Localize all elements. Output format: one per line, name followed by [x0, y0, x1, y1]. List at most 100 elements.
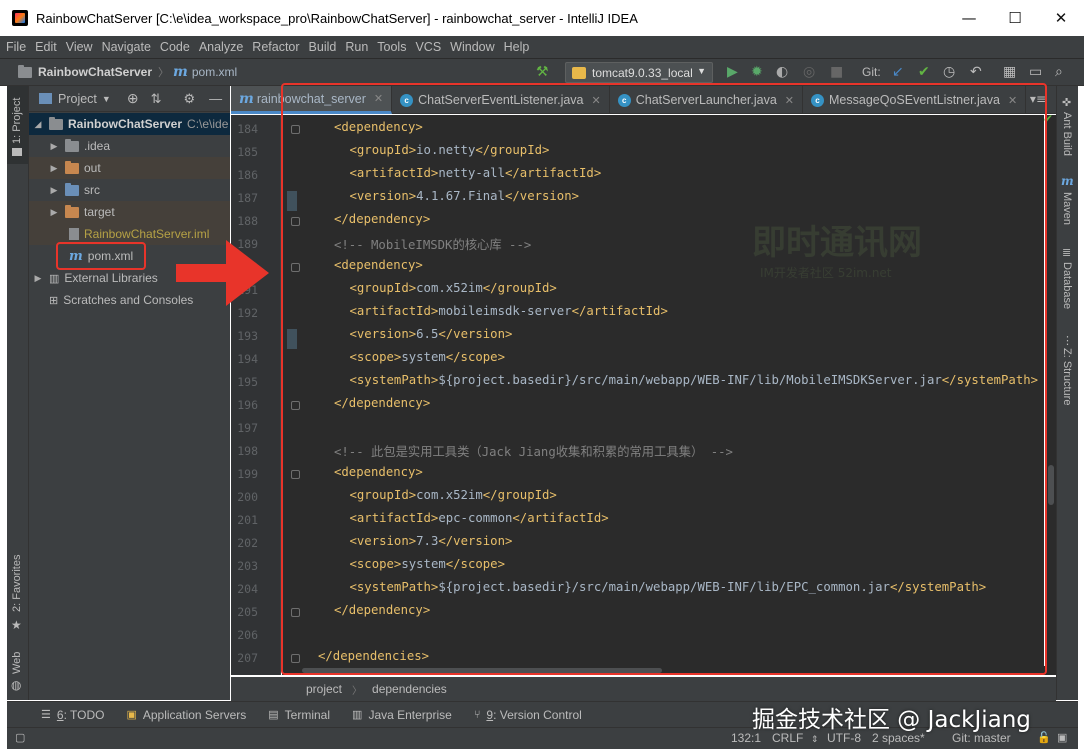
git-update-icon[interactable]: ↙ [892, 64, 904, 80]
tree-item-label: out [84, 161, 101, 175]
java-enterprise-tool-button[interactable]: ▥ Java Enterprise [352, 708, 452, 722]
application-servers-tool-button[interactable]: ▣ Application Servers [126, 708, 246, 722]
profile-icon[interactable]: ◎ [803, 64, 815, 80]
gear-icon[interactable]: ⚙ [183, 91, 195, 107]
menu-refactor[interactable]: Refactor [252, 40, 299, 54]
line-number: 206 [237, 628, 258, 642]
line-number: 184 [237, 122, 258, 136]
line-number: 196 [237, 398, 258, 412]
collapsed-arrow-icon: ▶ [34, 272, 42, 283]
run-icon[interactable]: ▶ [727, 64, 738, 80]
collapse-all-icon[interactable]: ⇅ [151, 91, 162, 107]
git-history-icon[interactable]: ◷ [943, 64, 955, 80]
debug-icon[interactable]: ✹ [751, 64, 763, 80]
highlight-editor-box [281, 83, 1047, 675]
toggle-tool-windows-icon[interactable]: ▢ [15, 731, 25, 744]
line-number: 199 [237, 467, 258, 481]
menu-vcs[interactable]: VCS [415, 40, 441, 54]
menu-help[interactable]: Help [504, 40, 530, 54]
menu-run[interactable]: Run [345, 40, 368, 54]
line-number: 185 [237, 145, 258, 159]
run-configuration-label: tomcat9.0.33_local [592, 65, 693, 80]
notifications-icon[interactable]: ▣ [1057, 731, 1067, 744]
vertical-scrollbar[interactable] [1046, 115, 1056, 675]
ant-build-tool-label[interactable]: Ant Build [1061, 112, 1073, 156]
project-view-select[interactable]: Project [58, 92, 97, 106]
tool-label: Terminal [284, 707, 331, 722]
menu-build[interactable]: Build [309, 40, 337, 54]
line-number: 192 [237, 306, 258, 320]
tool-label: Java Enterprise [368, 707, 452, 722]
tool-label: : TODO [63, 707, 105, 722]
breadcrumb-separator-icon: 〉 [352, 685, 363, 697]
git-rollback-icon[interactable]: ↶ [970, 64, 982, 80]
line-number: 205 [237, 605, 258, 619]
tree-item-idea[interactable]: ▶ .idea [29, 135, 230, 157]
tree-item-label: RainbowChatServer.iml [84, 227, 210, 241]
tree-root-name: RainbowChatServer [68, 117, 183, 131]
maven-icon: m [1061, 174, 1074, 188]
close-button[interactable]: ✕ [1038, 0, 1084, 36]
xml-breadcrumb: project 〉 dependencies [231, 677, 1056, 701]
tree-item-src[interactable]: ▶ src [29, 179, 230, 201]
line-number: 194 [237, 352, 258, 366]
search-everywhere-icon[interactable]: ⌕ [1055, 64, 1063, 80]
breadcrumb-item[interactable]: dependencies [372, 682, 447, 696]
tree-item-target[interactable]: ▶ target [29, 201, 230, 223]
todo-tool-button[interactable]: ☰ 6: TODO [41, 708, 104, 722]
project-structure-icon[interactable]: ▦ [1003, 64, 1016, 80]
favorites-tool-label[interactable]: 2: Favorites [11, 555, 23, 612]
menu-file[interactable]: File [6, 40, 26, 54]
layout-icon[interactable]: ▭ [1029, 64, 1042, 80]
tool-label: : Version Control [493, 707, 582, 722]
red-arrow-icon [176, 240, 269, 306]
breadcrumb-file[interactable]: pom.xml [192, 65, 237, 79]
locate-file-icon[interactable]: ⊕ [127, 90, 139, 107]
menu-code[interactable]: Code [160, 40, 190, 54]
terminal-tool-button[interactable]: ▤ Terminal [268, 708, 330, 722]
database-tool-label[interactable]: Database [1061, 262, 1073, 309]
structure-tool-label[interactable]: Z: Structure [1061, 348, 1073, 405]
line-number: 195 [237, 375, 258, 389]
scrollbar-thumb[interactable] [1048, 465, 1054, 505]
breadcrumb-item[interactable]: project [306, 682, 342, 696]
navigation-bar: RainbowChatServer 〉 m pom.xml ⚒ tomcat9.… [0, 58, 1084, 86]
line-number: 187 [237, 191, 258, 205]
build-hammer-icon[interactable]: ⚒ [536, 64, 549, 80]
menu-window[interactable]: Window [450, 40, 494, 54]
stop-icon[interactable]: ■ [830, 64, 843, 80]
project-tool-tab[interactable]: 1: Project [7, 86, 28, 164]
menu-tools[interactable]: Tools [377, 40, 406, 54]
tree-root-row[interactable]: ◢ RainbowChatServer C:\e\ide [29, 113, 230, 135]
git-commit-icon[interactable]: ✔ [918, 64, 930, 80]
tool-number: 9 [486, 707, 494, 722]
tree-item-out[interactable]: ▶ out [29, 157, 230, 179]
collapsed-arrow-icon: ▶ [50, 206, 58, 217]
window-controls: — ☐ ✕ [946, 0, 1084, 36]
menu-analyze[interactable]: Analyze [199, 40, 243, 54]
breadcrumb-project[interactable]: RainbowChatServer [38, 65, 152, 79]
maximize-button[interactable]: ☐ [992, 0, 1038, 36]
menu-view[interactable]: View [66, 40, 93, 54]
lock-icon[interactable]: 🔓 [1037, 731, 1051, 744]
maven-tool-label[interactable]: Maven [1061, 192, 1073, 225]
collapsed-arrow-icon: ▶ [50, 184, 58, 195]
project-folder-icon [18, 64, 32, 78]
line-number: 193 [237, 329, 258, 343]
line-number: 203 [237, 559, 258, 573]
hide-panel-icon[interactable]: — [209, 91, 222, 106]
web-tool-label[interactable]: Web [11, 652, 23, 674]
version-control-tool-button[interactable]: ⑂ 9: Version Control [474, 708, 582, 722]
project-view-icon [39, 93, 52, 104]
coverage-icon[interactable]: ◐ [776, 64, 788, 80]
menu-navigate[interactable]: Navigate [102, 40, 151, 54]
minimize-button[interactable]: — [946, 0, 992, 36]
line-number: 204 [237, 582, 258, 596]
menu-edit[interactable]: Edit [35, 40, 57, 54]
tree-root-path: C:\e\ide [187, 117, 229, 131]
excluded-folder-icon [65, 160, 79, 174]
chevron-down-icon[interactable]: ▼ [102, 94, 111, 104]
run-configuration-select[interactable]: tomcat9.0.33_local ▼ [565, 62, 713, 83]
ant-icon: ✜ [1062, 96, 1072, 109]
tree-item-label: Scratches and Consoles [63, 293, 194, 307]
